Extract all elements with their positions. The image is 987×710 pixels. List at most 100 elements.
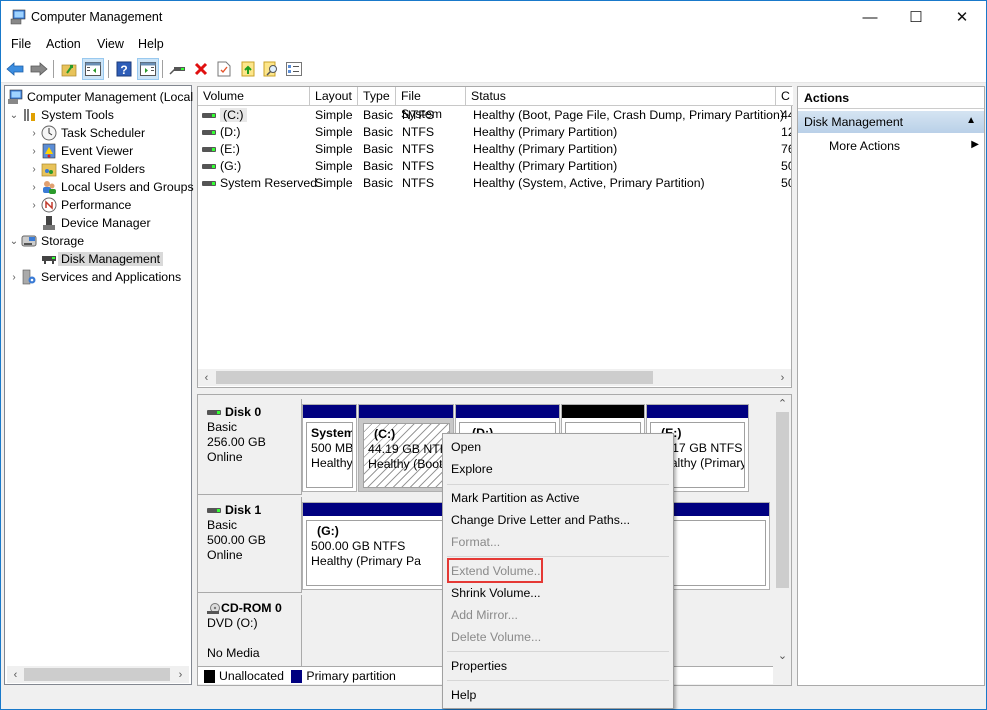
export-list-button[interactable] — [237, 58, 259, 80]
menu-item-properties[interactable]: Properties — [451, 656, 507, 676]
users-icon — [43, 181, 56, 194]
performance-icon — [41, 197, 57, 213]
menu-action[interactable]: Action — [46, 37, 81, 51]
column-header-type[interactable]: Type — [358, 87, 396, 106]
column-header-layout[interactable]: Layout — [310, 87, 358, 106]
tree-item-root[interactable]: Computer Management (Local — [7, 88, 193, 106]
drive-icon — [202, 130, 216, 136]
help-icon: ? — [116, 61, 132, 77]
maximize-button[interactable]: ☐ — [893, 1, 939, 33]
search-icon — [263, 61, 277, 77]
drive-icon — [202, 113, 216, 119]
volume-horizontal-scrollbar[interactable]: ‹ › — [198, 369, 791, 386]
chevron-right-icon[interactable]: › — [27, 146, 41, 157]
scroll-right-icon[interactable]: › — [172, 666, 189, 683]
tree-item-label: Disk Management — [58, 252, 164, 266]
tree-item-local-users-groups[interactable]: › Local Users and Groups — [27, 178, 194, 196]
volume-row[interactable]: (D:) Simple Basic NTFS Healthy (Primary Part… — [198, 124, 793, 141]
tree-item-shared-folders[interactable]: › Shared Folders — [27, 160, 145, 178]
delete-button[interactable] — [190, 58, 212, 80]
unallocated-bar — [562, 405, 644, 418]
volume-cell-volume: (D:) — [202, 125, 241, 139]
tree-item-event-viewer[interactable]: › Event Viewer — [27, 142, 133, 160]
menu-file[interactable]: File — [11, 37, 31, 51]
column-header-file-system[interactable]: File System — [396, 87, 466, 121]
scroll-left-icon[interactable]: ‹ — [198, 369, 215, 386]
volume-row[interactable]: System Reserved Simple Basic NTFS Healthy (S… — [198, 175, 793, 192]
tree-item-services-applications[interactable]: › Services and Applications — [7, 268, 181, 286]
back-button[interactable] — [4, 58, 26, 80]
menu-view[interactable]: View — [97, 37, 124, 51]
volume-cell-layout: Simple — [315, 125, 353, 139]
column-header-capacity[interactable]: C — [776, 87, 793, 106]
settings-list-button[interactable] — [283, 58, 305, 80]
tree-item-device-manager[interactable]: Device Manager — [41, 214, 151, 232]
disk-map-vertical-scrollbar[interactable]: ⌃ ⌄ — [774, 395, 791, 665]
maximize-icon: ☐ — [909, 9, 923, 26]
column-header-volume[interactable]: Volume — [198, 87, 310, 106]
disk-management-icon — [42, 256, 56, 264]
collapse-up-icon[interactable]: ▲ — [966, 115, 976, 126]
disk-0-label[interactable]: Disk 0 Basic 256.00 GB Online — [198, 399, 302, 495]
chevron-right-icon[interactable]: › — [27, 200, 41, 211]
volume-row[interactable]: (E:) Simple Basic NTFS Healthy (Primary Part… — [198, 141, 793, 158]
actions-section-disk-management[interactable]: Disk Management ▲ — [798, 111, 984, 133]
chevron-down-icon[interactable]: ⌄ — [7, 110, 21, 121]
chevron-right-icon[interactable]: › — [27, 128, 41, 139]
chevron-down-icon[interactable]: ⌄ — [7, 236, 21, 247]
scroll-thumb[interactable] — [24, 668, 170, 681]
menu-item-mark-active[interactable]: Mark Partition as Active — [451, 488, 579, 508]
chevron-right-icon[interactable]: › — [7, 272, 21, 283]
scroll-right-icon[interactable]: › — [774, 369, 791, 386]
show-hide-console-tree-button[interactable] — [82, 58, 104, 80]
disk-1-label[interactable]: Disk 1 Basic 500.00 GB Online — [198, 497, 302, 593]
scroll-up-icon[interactable]: ⌃ — [774, 395, 791, 412]
volume-cell-layout: Simple — [315, 159, 353, 173]
volume-cell-type: Basic — [363, 159, 394, 173]
help-button[interactable]: ? — [113, 58, 135, 80]
more-actions-item[interactable]: More Actions ▶ — [829, 139, 979, 153]
menu-separator — [447, 651, 669, 652]
tree-item-task-scheduler[interactable]: › Task Scheduler — [27, 124, 145, 142]
tree-item-storage[interactable]: ⌄ Storage — [7, 232, 84, 250]
show-hide-action-pane-button[interactable] — [137, 58, 159, 80]
chevron-right-icon[interactable]: › — [27, 164, 41, 175]
scroll-left-icon[interactable]: ‹ — [7, 666, 24, 683]
svg-text:?: ? — [120, 63, 127, 77]
chevron-right-icon[interactable]: › — [27, 182, 41, 193]
scroll-thumb[interactable] — [216, 371, 653, 384]
volume-cell-volume: System Reserved — [202, 176, 317, 190]
column-header-status[interactable]: Status — [466, 87, 776, 106]
menu-help[interactable]: Help — [138, 37, 164, 51]
search-button[interactable] — [260, 58, 282, 80]
menu-item-explore[interactable]: Explore — [451, 459, 493, 479]
up-one-level-button[interactable] — [58, 58, 80, 80]
volume-row[interactable]: (C:) Simple Basic NTFS Healthy (Boot, Page F… — [198, 107, 793, 124]
properties-button[interactable] — [213, 58, 235, 80]
volume-name: (D:) — [220, 125, 241, 139]
tree-horizontal-scrollbar[interactable]: ‹ › — [7, 666, 189, 683]
disk-size: 500.00 GB — [207, 533, 266, 547]
actions-header: Actions — [798, 87, 984, 109]
connect-button[interactable] — [166, 58, 188, 80]
forward-button[interactable] — [28, 58, 50, 80]
menu-item-shrink-volume[interactable]: Shrink Volume... — [451, 583, 541, 603]
partition-system-reserved[interactable]: System 500 MB Healthy — [302, 404, 357, 492]
scroll-thumb[interactable] — [776, 412, 789, 588]
cdrom-0-label[interactable]: CD-ROM 0 DVD (O:) No Media — [198, 595, 302, 669]
show-hide-tree-icon — [85, 62, 101, 76]
scroll-down-icon[interactable]: ⌄ — [774, 647, 791, 664]
menu-item-help[interactable]: Help — [451, 685, 476, 705]
minimize-button[interactable]: — — [847, 1, 893, 33]
menu-item-open[interactable]: Open — [451, 437, 481, 457]
menu-item-change-drive-letter[interactable]: Change Drive Letter and Paths... — [451, 510, 630, 530]
volume-cell-type: Basic — [363, 108, 394, 122]
partition-c[interactable]: (C:) 44.19 GB NTFS Healthy (Boot — [358, 404, 454, 492]
close-button[interactable]: ✕ — [939, 1, 985, 33]
partition-info: System 500 MB Healthy — [306, 422, 353, 488]
tree-item-system-tools[interactable]: ⌄ System Tools — [7, 106, 114, 124]
volume-row[interactable]: (G:) Simple Basic NTFS Healthy (Primary Part… — [198, 158, 793, 175]
tree-item-performance[interactable]: › Performance — [27, 196, 131, 214]
menu-item-format: Format... — [451, 535, 501, 549]
tree-item-disk-management[interactable]: Disk Management — [41, 250, 164, 268]
